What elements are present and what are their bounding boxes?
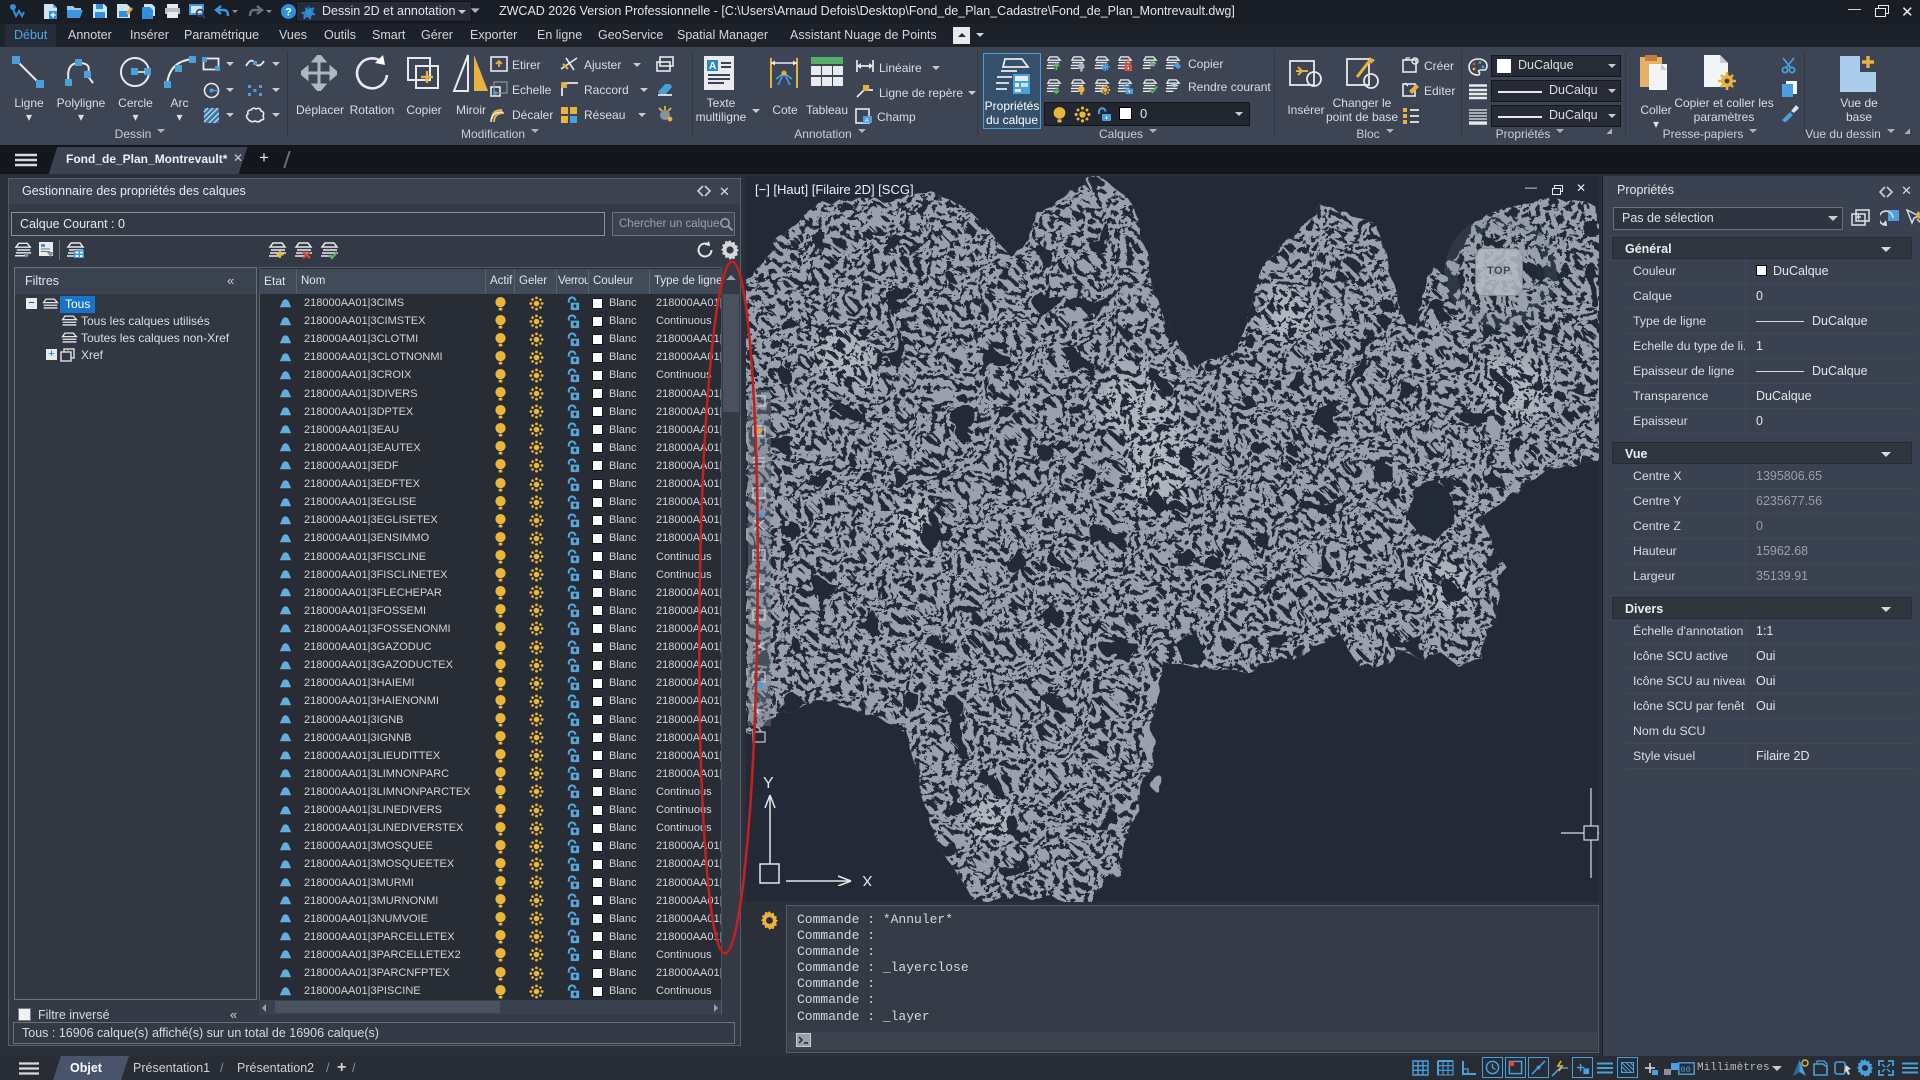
svg-text:00: 00 [1681,1065,1691,1075]
svg-text:N: N [1537,230,1551,251]
svg-text:?: ? [285,7,292,19]
svg-text:X: X [862,874,873,886]
svg-text:A: A [865,118,870,125]
svg-text:A: A [709,61,716,72]
svg-text:Y: Y [763,775,774,792]
